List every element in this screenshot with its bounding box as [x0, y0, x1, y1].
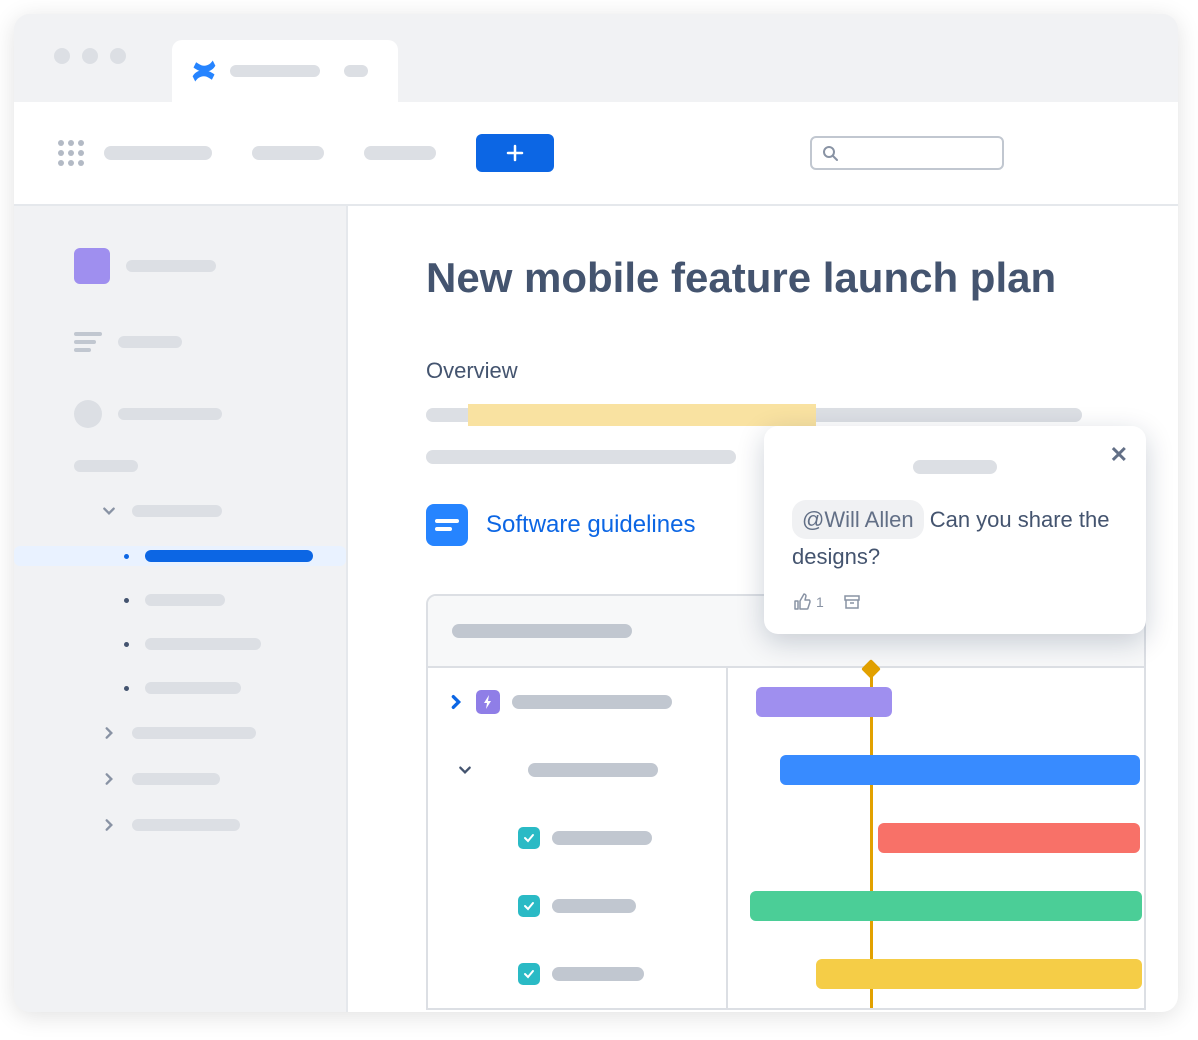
bullet-icon: [124, 554, 129, 559]
task-check-icon: [518, 895, 540, 917]
comment-author-placeholder: [913, 460, 997, 474]
text-placeholder-highlighted: [426, 408, 1082, 422]
section-title: Overview: [426, 358, 1178, 384]
list-icon: [74, 332, 102, 352]
task-name-placeholder: [552, 967, 644, 981]
sidebar-tree-item[interactable]: [66, 768, 322, 790]
gantt-bar[interactable]: [750, 891, 1142, 921]
search-input[interactable]: [810, 136, 1004, 170]
highlight-selection: [468, 404, 816, 426]
sidebar-nav-item[interactable]: [66, 328, 322, 356]
sidebar-label-placeholder: [118, 336, 182, 348]
document-icon: [426, 504, 468, 546]
gantt-bar[interactable]: [878, 823, 1140, 853]
task-check-icon: [518, 963, 540, 985]
create-button[interactable]: [476, 134, 554, 172]
chevron-right-icon: [102, 772, 116, 786]
chevron-right-icon: [102, 818, 116, 832]
traffic-maximize[interactable]: [110, 48, 126, 64]
sidebar-nav-item[interactable]: [66, 456, 322, 476]
sidebar-label-placeholder: [132, 727, 256, 739]
like-button[interactable]: 1: [792, 592, 824, 612]
bullet-icon: [124, 642, 129, 647]
space-avatar: [74, 248, 110, 284]
traffic-minimize[interactable]: [82, 48, 98, 64]
tab-title-placeholder: [230, 65, 320, 77]
task-name-placeholder: [512, 695, 672, 709]
gantt-row-task[interactable]: [428, 872, 1144, 940]
sidebar-tree-item[interactable]: [66, 634, 322, 654]
space-header[interactable]: [66, 244, 322, 288]
thumbs-up-icon: [792, 592, 812, 612]
browser-chrome: [14, 14, 1178, 102]
sidebar-tree-item[interactable]: [66, 814, 322, 836]
chevron-right-icon: [102, 726, 116, 740]
archive-icon[interactable]: [842, 592, 862, 612]
app-switcher-icon[interactable]: [58, 140, 84, 166]
gantt-row-task[interactable]: [428, 940, 1144, 1008]
main-content: New mobile feature launch plan Overview …: [348, 206, 1178, 1012]
nav-item-placeholder[interactable]: [252, 146, 324, 160]
gantt-bar[interactable]: [756, 687, 892, 717]
chevron-down-icon: [102, 504, 116, 518]
sidebar-label-placeholder: [145, 638, 261, 650]
sidebar-tree-item[interactable]: [66, 500, 322, 522]
smart-link-label: Software guidelines: [486, 511, 695, 539]
sidebar-label-placeholder: [132, 505, 222, 517]
gantt-row-epic[interactable]: [428, 668, 1144, 736]
circle-icon: [74, 400, 102, 428]
app-window: New mobile feature launch plan Overview …: [14, 14, 1178, 1012]
space-name-placeholder: [126, 260, 216, 272]
task-check-icon: [518, 827, 540, 849]
sidebar-label-placeholder: [132, 773, 220, 785]
sidebar-label-placeholder: [118, 408, 222, 420]
header-bar: [14, 102, 1178, 206]
bullet-icon: [124, 686, 129, 691]
comment-popup: ✕ @Will Allen Can you share the designs?…: [764, 426, 1146, 634]
comment-actions: 1: [792, 592, 1118, 612]
task-name-placeholder: [528, 763, 658, 777]
sidebar-nav-item[interactable]: [66, 396, 322, 432]
sidebar-tree-item-active[interactable]: [14, 546, 346, 566]
gantt-row-task[interactable]: [428, 804, 1144, 872]
gantt-bar[interactable]: [816, 959, 1142, 989]
text-placeholder: [426, 450, 736, 464]
chevron-down-icon[interactable]: [458, 763, 472, 777]
nav-item-placeholder[interactable]: [104, 146, 212, 160]
epic-icon: [476, 690, 500, 714]
search-icon: [822, 145, 838, 161]
gantt-row-group[interactable]: [428, 736, 1144, 804]
task-name-placeholder: [552, 899, 636, 913]
traffic-lights: [54, 48, 126, 64]
sidebar: [14, 206, 348, 1012]
sidebar-label-placeholder: [145, 682, 241, 694]
sidebar-tree-item[interactable]: [66, 722, 322, 744]
nav-item-placeholder[interactable]: [364, 146, 436, 160]
page-title: New mobile feature launch plan: [426, 254, 1178, 302]
gantt-bar[interactable]: [780, 755, 1140, 785]
comment-body: @Will Allen Can you share the designs?: [792, 500, 1118, 574]
sidebar-label-placeholder: [145, 594, 225, 606]
sidebar-tree-item[interactable]: [66, 678, 322, 698]
gantt-header-placeholder: [452, 624, 632, 638]
traffic-close[interactable]: [54, 48, 70, 64]
gantt-chart: [426, 594, 1146, 1010]
bullet-icon: [124, 598, 129, 603]
close-icon[interactable]: ✕: [1110, 442, 1128, 468]
sidebar-label-placeholder: [74, 460, 138, 472]
task-name-placeholder: [552, 831, 652, 845]
like-count: 1: [816, 594, 824, 610]
chevron-right-icon[interactable]: [448, 694, 464, 710]
plus-icon: [506, 144, 524, 162]
sidebar-label-placeholder: [132, 819, 240, 831]
tab-placeholder-short: [344, 65, 368, 77]
sidebar-tree-item[interactable]: [66, 590, 322, 610]
confluence-icon: [190, 57, 218, 85]
browser-tab[interactable]: [172, 40, 398, 102]
user-mention[interactable]: @Will Allen: [792, 500, 924, 539]
sidebar-label-placeholder: [145, 550, 313, 562]
